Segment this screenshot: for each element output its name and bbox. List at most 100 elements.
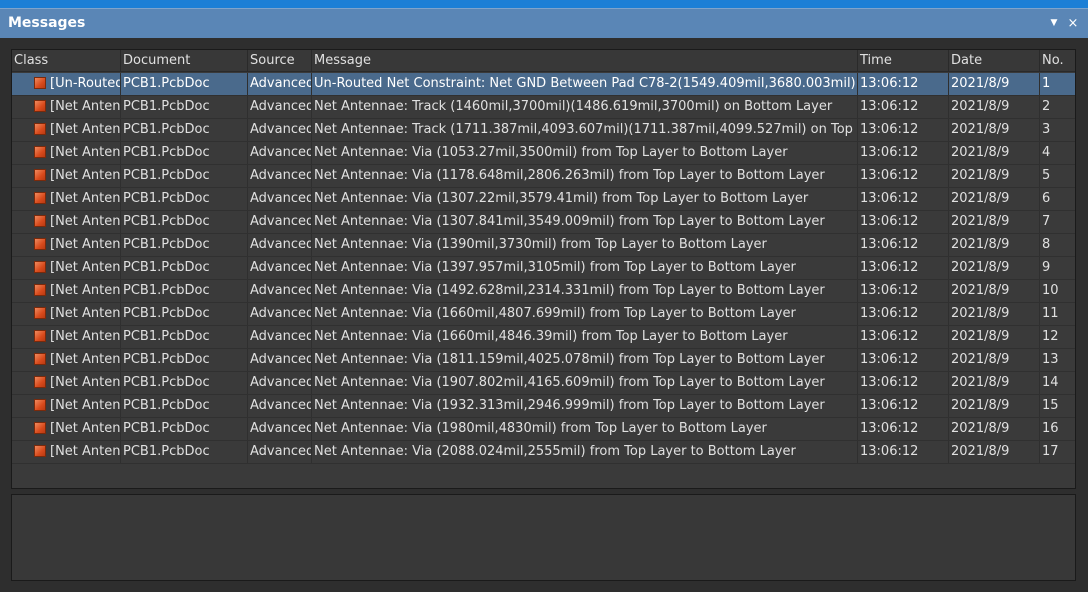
table-row[interactable]: [Net Antennae]PCB1.PcbDocAdvanced PCBNet… [12,234,1075,257]
cell-class-label: [Un-Routed Net Constraint] [50,76,121,91]
messages-grid[interactable]: Class Document Source Message Time Date … [11,49,1076,489]
cell-date: 2021/8/9 [949,96,1040,118]
table-row[interactable]: [Net Antennae]PCB1.PcbDocAdvanced PCBNet… [12,349,1075,372]
cell-document: PCB1.PcbDoc [121,280,248,302]
violation-icon [34,399,46,411]
cell-message: Net Antennae: Via (1811.159mil,4025.078m… [312,349,858,371]
cell-document: PCB1.PcbDoc [121,234,248,256]
cell-message: Net Antennae: Via (1390mil,3730mil) from… [312,234,858,256]
cell-message: Net Antennae: Via (1932.313mil,2946.999m… [312,395,858,417]
cell-class: [Un-Routed Net Constraint] [12,73,121,95]
violation-icon [34,353,46,365]
cell-date: 2021/8/9 [949,326,1040,348]
table-row[interactable]: [Net Antennae]PCB1.PcbDocAdvanced PCBNet… [12,372,1075,395]
table-row[interactable]: [Net Antennae]PCB1.PcbDocAdvanced PCBNet… [12,188,1075,211]
cell-time: 13:06:12 [858,165,949,187]
cell-class-label: [Net Antennae] [50,168,121,183]
cell-source: Advanced PCB [248,96,312,118]
cell-number: 9 [1042,260,1051,275]
cell-class: [Net Antennae] [12,418,121,440]
cell-number: 17 [1042,444,1059,459]
panel-menu-dropdown-icon[interactable]: ▼ [1047,18,1061,28]
table-row[interactable]: [Net Antennae]PCB1.PcbDocAdvanced PCBNet… [12,257,1075,280]
column-header-source[interactable]: Source [248,50,312,71]
cell-time: 13:06:12 [858,234,949,256]
table-row[interactable]: [Un-Routed Net Constraint]PCB1.PcbDocAdv… [12,73,1075,96]
cell-document: PCB1.PcbDoc [121,188,248,210]
cell-number: 1 [1042,76,1051,91]
cell-document: PCB1.PcbDoc [121,395,248,417]
cell-date: 2021/8/9 [949,142,1040,164]
cell-class: [Net Antennae] [12,372,121,394]
cell-document: PCB1.PcbDoc [121,326,248,348]
cell-date: 2021/8/9 [949,73,1040,95]
table-row[interactable]: [Net Antennae]PCB1.PcbDocAdvanced PCBNet… [12,119,1075,142]
cell-class: [Net Antennae] [12,280,121,302]
cell-class: [Net Antennae] [12,165,121,187]
table-row[interactable]: [Net Antennae]PCB1.PcbDocAdvanced PCBNet… [12,418,1075,441]
violation-icon [34,330,46,342]
table-row[interactable]: [Net Antennae]PCB1.PcbDocAdvanced PCBNet… [12,303,1075,326]
violation-icon [34,215,46,227]
cell-class-label: [Net Antennae] [50,283,121,298]
cell-class-label: [Net Antennae] [50,306,121,321]
cell-class: [Net Antennae] [12,257,121,279]
cell-time: 13:06:12 [858,349,949,371]
table-row[interactable]: [Net Antennae]PCB1.PcbDocAdvanced PCBNet… [12,441,1075,464]
cell-message: Net Antennae: Via (1660mil,4807.699mil) … [312,303,858,325]
table-row[interactable]: [Net Antennae]PCB1.PcbDocAdvanced PCBNet… [12,211,1075,234]
column-header-number[interactable]: No. [1040,50,1075,71]
cell-number: 14 [1042,375,1059,390]
cell-document: PCB1.PcbDoc [121,96,248,118]
table-row[interactable]: [Net Antennae]PCB1.PcbDocAdvanced PCBNet… [12,165,1075,188]
cell-document: PCB1.PcbDoc [121,142,248,164]
cell-document: PCB1.PcbDoc [121,418,248,440]
cell-number: 8 [1042,237,1051,252]
violation-icon [34,146,46,158]
cell-message: Net Antennae: Via (1307.841mil,3549.009m… [312,211,858,233]
cell-time: 13:06:12 [858,395,949,417]
cell-message: Net Antennae: Via (1492.628mil,2314.331m… [312,280,858,302]
cell-number: 7 [1042,214,1051,229]
cell-class-label: [Net Antennae] [50,122,121,137]
panel-close-icon[interactable]: × [1066,16,1080,31]
cell-date: 2021/8/9 [949,349,1040,371]
cell-source: Advanced PCB [248,326,312,348]
violation-icon [34,123,46,135]
cell-class-label: [Net Antennae] [50,214,121,229]
cell-class-label: [Net Antennae] [50,444,121,459]
cell-source: Advanced PCB [248,211,312,233]
cell-time: 13:06:12 [858,418,949,440]
violation-icon [34,100,46,112]
cell-date: 2021/8/9 [949,211,1040,233]
cell-class-label: [Net Antennae] [50,260,121,275]
column-header-message[interactable]: Message [312,50,858,71]
cell-document: PCB1.PcbDoc [121,257,248,279]
column-header-document[interactable]: Document [121,50,248,71]
table-row[interactable]: [Net Antennae]PCB1.PcbDocAdvanced PCBNet… [12,326,1075,349]
column-header-class[interactable]: Class [12,50,121,71]
table-row[interactable]: [Net Antennae]PCB1.PcbDocAdvanced PCBNet… [12,280,1075,303]
cell-document: PCB1.PcbDoc [121,211,248,233]
cell-number: 10 [1042,283,1059,298]
cell-message: Net Antennae: Via (1307.22mil,3579.41mil… [312,188,858,210]
cell-document: PCB1.PcbDoc [121,441,248,463]
table-row[interactable]: [Net Antennae]PCB1.PcbDocAdvanced PCBNet… [12,142,1075,165]
panel-title-bar[interactable]: Messages ▼ × [0,8,1088,38]
column-header-date[interactable]: Date [949,50,1040,71]
cell-message: Net Antennae: Via (1907.802mil,4165.609m… [312,372,858,394]
panel-title: Messages [8,15,86,31]
cell-date: 2021/8/9 [949,119,1040,141]
violation-icon [34,422,46,434]
cell-number: 15 [1042,398,1059,413]
table-row[interactable]: [Net Antennae]PCB1.PcbDocAdvanced PCBNet… [12,395,1075,418]
cell-source: Advanced PCB [248,349,312,371]
cell-time: 13:06:12 [858,96,949,118]
cell-date: 2021/8/9 [949,188,1040,210]
table-row[interactable]: [Net Antennae]PCB1.PcbDocAdvanced PCBNet… [12,96,1075,119]
cell-document: PCB1.PcbDoc [121,73,248,95]
message-detail-pane [11,494,1076,581]
cell-time: 13:06:12 [858,372,949,394]
column-header-time[interactable]: Time [858,50,949,71]
cell-source: Advanced PCB [248,73,312,95]
